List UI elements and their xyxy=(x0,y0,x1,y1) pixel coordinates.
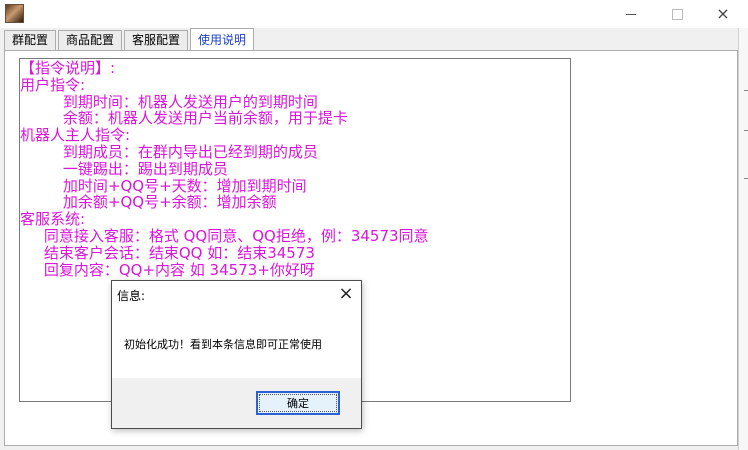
focus-ring xyxy=(259,394,337,412)
ok-button[interactable]: 确定 xyxy=(256,391,340,415)
instruction-line: 加时间+QQ号+天数：增加到期时间 xyxy=(20,176,307,195)
tab-group-config[interactable]: 群配置 xyxy=(4,30,57,50)
instruction-line: 【指令说明】: xyxy=(20,59,116,77)
close-icon: × xyxy=(716,4,730,23)
minimize-button[interactable] xyxy=(608,0,654,28)
maximize-button[interactable] xyxy=(654,0,700,28)
dialog-footer: 确定 xyxy=(112,378,361,428)
instruction-line: 同意接入客服：格式 QQ同意、QQ拒绝，例：34573同意 xyxy=(20,226,429,245)
background-window-edge xyxy=(738,28,748,450)
instruction-line: 机器人主人指令: xyxy=(20,126,131,145)
instruction-line: 到期时间：机器人发送用户的到期时间 xyxy=(20,92,318,111)
instruction-line: 回复内容：QQ+内容 如 34573+你好呀 xyxy=(20,260,315,279)
tab-product-config[interactable]: 商品配置 xyxy=(58,30,123,50)
dialog-title: 信息: xyxy=(117,289,146,303)
tab-bar: 群配置 商品配置 客服配置 使用说明 xyxy=(4,28,256,51)
user-avatar-icon xyxy=(5,4,24,23)
dialog-message: 初始化成功！看到本条信息即可正常使用 xyxy=(124,338,322,351)
close-button[interactable]: × xyxy=(700,0,746,28)
instruction-line: 到期成员：在群内导出已经到期的成员 xyxy=(20,142,318,161)
info-dialog: 信息: × 初始化成功！看到本条信息即可正常使用 确定 xyxy=(111,280,362,429)
instruction-line: 加余额+QQ号+余额：增加余额 xyxy=(20,193,277,212)
tab-support-config[interactable]: 客服配置 xyxy=(124,30,189,50)
minimize-icon xyxy=(626,13,636,15)
instruction-line: 结束客户会话：结束QQ 如：结束34573 xyxy=(20,243,315,262)
tab-usage-guide[interactable]: 使用说明 xyxy=(190,28,255,51)
instruction-line: 用户指令: xyxy=(20,75,86,94)
title-bar: × xyxy=(0,0,748,28)
instruction-line: 客服系统: xyxy=(20,210,86,229)
maximize-icon xyxy=(671,8,683,20)
instruction-line: 余额：机器人发送用户当前余额，用于提卡 xyxy=(20,109,348,128)
dialog-close-button[interactable]: × xyxy=(335,283,357,305)
instruction-line: 一键踢出：踢出到期成员 xyxy=(20,159,228,178)
